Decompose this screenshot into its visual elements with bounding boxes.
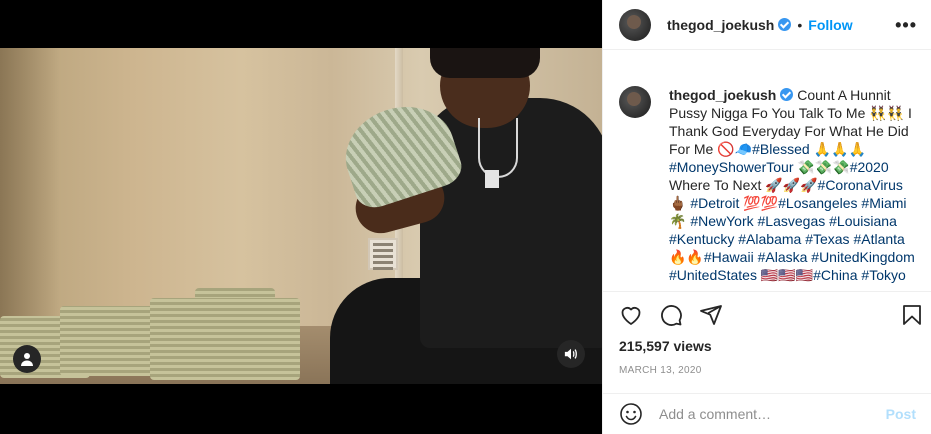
separator-dot: • — [797, 16, 803, 33]
necklace-pendant — [485, 170, 499, 188]
caption-text-segment: 💯💯 — [739, 195, 779, 211]
hashtag-link[interactable]: #MoneyShowerTour — [669, 159, 794, 175]
caption-text-segment: 💸💸💸 — [793, 159, 850, 175]
view-count[interactable]: 215,597 views — [619, 338, 712, 354]
post-comment-button[interactable]: Post — [886, 406, 916, 422]
person-hair — [430, 48, 540, 78]
caption-text-segment: Where To Next 🚀🚀🚀 — [669, 177, 818, 193]
username-link[interactable]: thegod_joekush — [667, 17, 774, 33]
cash-stack — [150, 298, 300, 380]
caption-text-segment: 🙏🙏🙏 — [809, 141, 866, 157]
heart-icon[interactable] — [619, 303, 643, 327]
instagram-post: thegod_joekush • Follow ••• thegod_joeku… — [0, 0, 931, 434]
hashtag-link[interactable]: #Texas — [805, 231, 849, 247]
hashtag-link[interactable]: #NewYork — [690, 213, 753, 229]
hashtag-link[interactable]: #2020 — [850, 159, 889, 175]
hashtag-link[interactable]: #Lasvegas — [758, 213, 826, 229]
comments-scroll-area[interactable]: thegod_joekush Count A Hunnit Pussy Nigg… — [603, 50, 931, 292]
caption-text-segment: 🔥🔥 — [669, 249, 704, 265]
avatar[interactable] — [619, 8, 651, 41]
hashtag-link[interactable]: #Losangeles — [778, 195, 857, 211]
hashtag-link[interactable]: #Alaska — [758, 249, 808, 265]
smiley-icon[interactable] — [619, 402, 643, 426]
hashtag-link[interactable]: #Atlanta — [853, 231, 904, 247]
caption-body: Count A Hunnit Pussy Nigga Fo You Talk T… — [669, 87, 915, 283]
caption-text-segment: 🌴 — [669, 213, 691, 229]
necklace-chain — [478, 118, 518, 178]
caption-text-segment: 🖕🏾 — [669, 195, 691, 211]
more-horizontal-icon[interactable]: ••• — [895, 16, 917, 34]
post-date[interactable]: MARCH 13, 2020 — [619, 365, 702, 376]
video-player[interactable] — [0, 0, 602, 434]
comment-form: Add a comment… Post — [603, 393, 931, 434]
caption-text-segment: 🇺🇸🇺🇸🇺🇸 — [756, 267, 814, 283]
hashtag-link[interactable]: #Detroit — [690, 195, 739, 211]
hashtag-link[interactable]: #Louisiana — [829, 213, 897, 229]
verified-badge-icon — [780, 88, 794, 101]
hashtag-link[interactable]: #Blessed — [752, 141, 810, 157]
tagged-user-button[interactable] — [13, 345, 41, 373]
share-icon[interactable] — [699, 303, 723, 327]
user-icon — [21, 353, 33, 366]
hashtag-link[interactable]: #Kentucky — [669, 231, 734, 247]
sound-toggle-button[interactable] — [557, 340, 585, 368]
wall-vent — [368, 238, 398, 270]
hashtag-link[interactable]: #UnitedKingdom — [811, 249, 915, 265]
comment-icon[interactable] — [659, 303, 683, 327]
avatar[interactable] — [619, 86, 651, 118]
action-bar — [619, 303, 921, 331]
hashtag-link[interactable]: #Alabama — [738, 231, 801, 247]
post-details-panel: thegod_joekush • Follow ••• thegod_joeku… — [602, 0, 931, 434]
verified-badge-icon — [778, 18, 792, 31]
hashtag-link[interactable]: #Tokyo — [861, 267, 905, 283]
caption-username-link[interactable]: thegod_joekush — [669, 87, 776, 103]
follow-button[interactable]: Follow — [808, 17, 852, 33]
hashtag-link[interactable]: #China — [813, 267, 857, 283]
video-frame[interactable] — [0, 48, 602, 384]
comment-input[interactable]: Add a comment… — [659, 406, 886, 422]
hashtag-link[interactable]: #UnitedStates — [669, 267, 757, 283]
speaker-icon — [564, 348, 577, 360]
hashtag-link[interactable]: #CoronaVirus — [818, 177, 903, 193]
bookmark-icon[interactable] — [900, 303, 924, 327]
post-header: thegod_joekush • Follow ••• — [603, 0, 931, 50]
caption-text: thegod_joekush Count A Hunnit Pussy Nigg… — [669, 86, 915, 284]
hashtag-link[interactable]: #Hawaii — [704, 249, 754, 265]
caption: thegod_joekush Count A Hunnit Pussy Nigg… — [619, 86, 915, 284]
hashtag-link[interactable]: #Miami — [861, 195, 906, 211]
